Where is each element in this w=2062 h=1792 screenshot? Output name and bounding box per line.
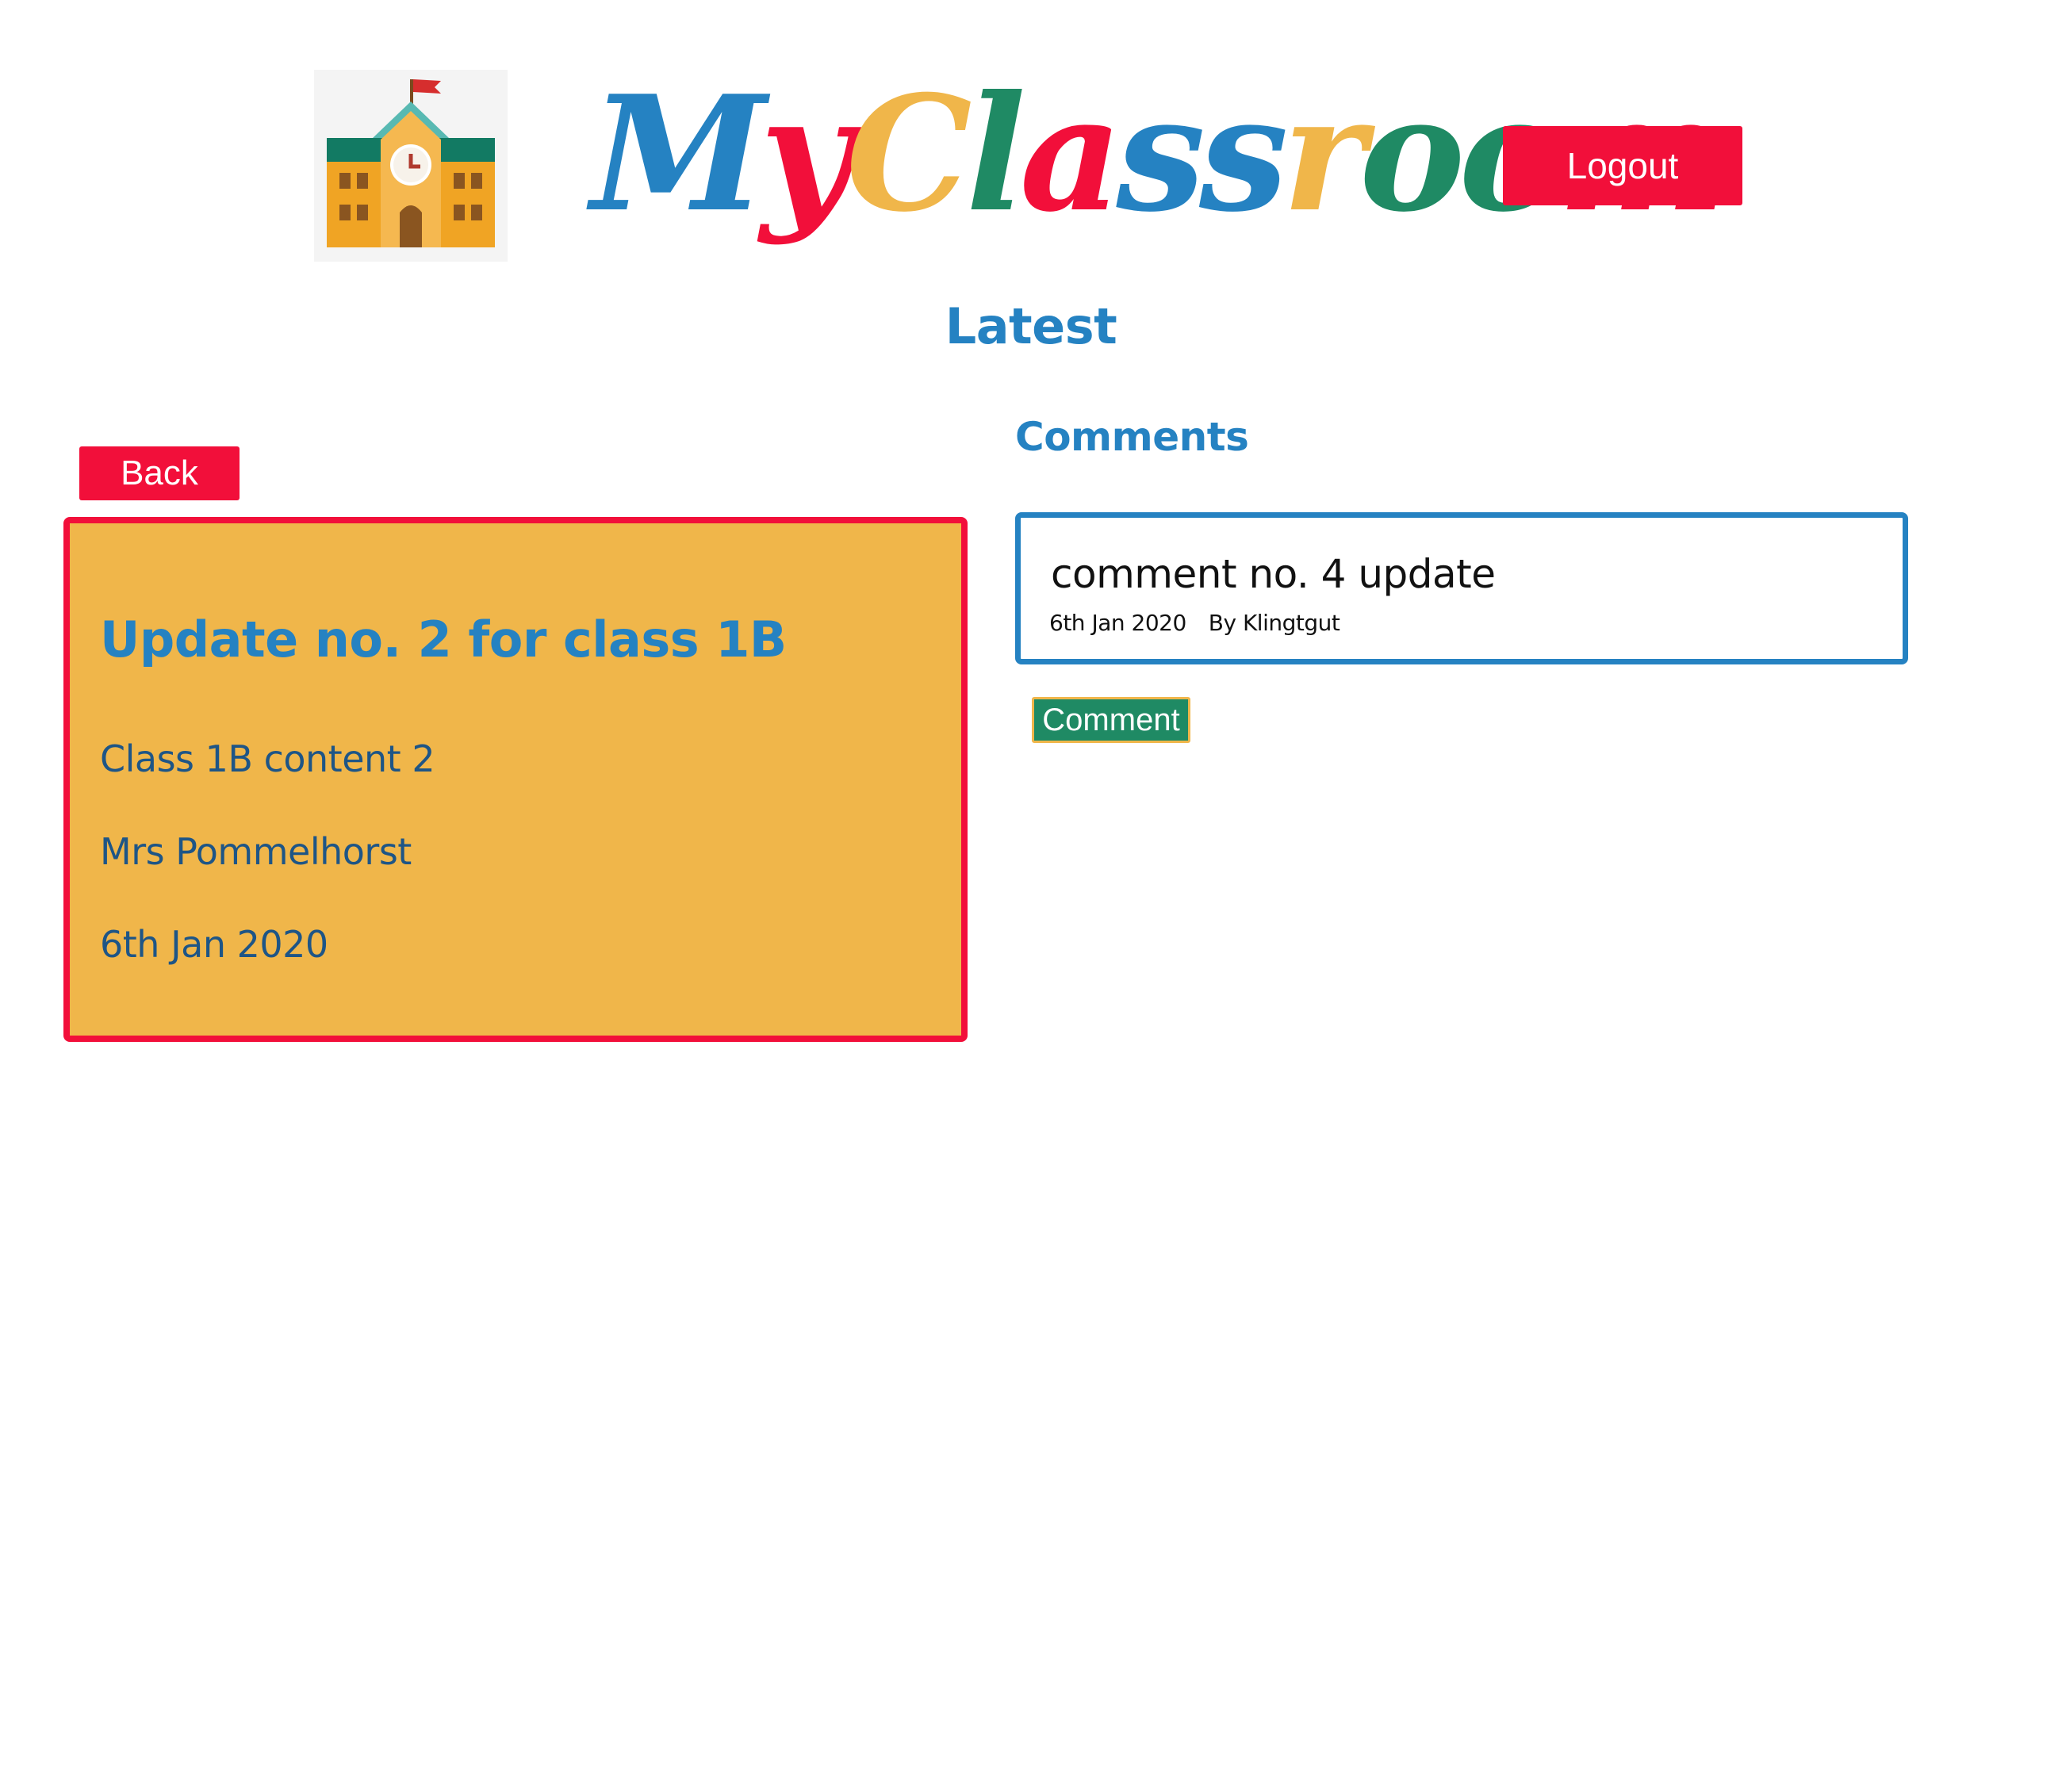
- brand-letter: l: [965, 61, 1026, 247]
- comment-card: comment no. 4 update 6th Jan 2020 By Klin…: [1015, 512, 1908, 664]
- brand-letter: r: [1282, 61, 1366, 247]
- update-title: Update no. 2 for class 1B: [100, 611, 787, 668]
- update-content: Class 1B content 2: [100, 737, 435, 780]
- brand-letter: y: [760, 61, 852, 247]
- brand-letter: a: [1019, 61, 1123, 247]
- logout-button[interactable]: Logout: [1503, 126, 1742, 205]
- brand-letter: s: [1116, 61, 1205, 247]
- school-building-icon[interactable]: [314, 70, 508, 262]
- back-button[interactable]: Back: [79, 446, 240, 500]
- page-title: Latest: [945, 297, 1117, 355]
- comment-author: By Klingtgut: [1208, 610, 1340, 636]
- comment-meta: 6th Jan 2020 By Klingtgut: [1049, 610, 1340, 636]
- brand-letter: s: [1198, 61, 1289, 247]
- comments-heading: Comments: [1015, 414, 1249, 460]
- comment-button[interactable]: Comment: [1032, 697, 1190, 743]
- comment-text: comment no. 4 update: [1051, 551, 1496, 597]
- brand-letter: C: [845, 61, 972, 247]
- update-card: Update no. 2 for class 1B Class 1B conte…: [63, 517, 968, 1042]
- brand-letter: o: [1359, 61, 1465, 247]
- comment-date: 6th Jan 2020: [1049, 610, 1186, 636]
- brand-letter: M: [591, 61, 766, 247]
- update-author: Mrs Pommelhorst: [100, 830, 412, 873]
- update-date: 6th Jan 2020: [100, 923, 328, 966]
